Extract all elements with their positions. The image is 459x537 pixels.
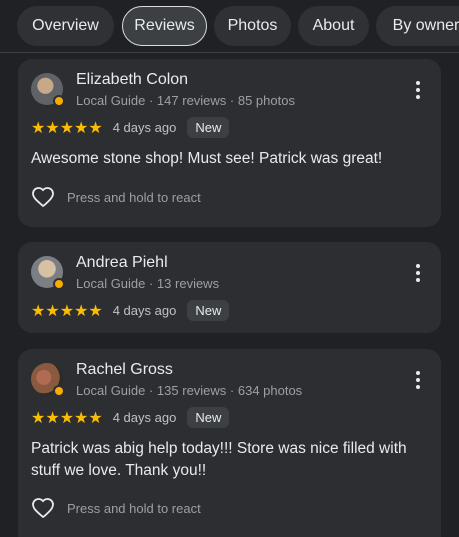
star-rating: ★★★★★ — [31, 409, 103, 427]
reviewer-meta: Local Guide · 135 reviews · 634 photos — [76, 383, 303, 398]
tab-overview[interactable]: Overview — [17, 6, 114, 46]
review-card: Rachel Gross Local Guide · 135 reviews ·… — [18, 349, 441, 537]
react-label: Press and hold to react — [67, 500, 201, 516]
reviewer-name[interactable]: Elizabeth Colon — [76, 71, 188, 89]
more-options-icon[interactable] — [415, 371, 421, 389]
avatar[interactable] — [31, 363, 65, 397]
tab-about[interactable]: About — [298, 6, 369, 46]
more-options-icon[interactable] — [415, 264, 421, 282]
heart-icon — [32, 187, 54, 208]
tab-bar: Overview Reviews Photos About By owner — [0, 0, 459, 53]
reviewer-name[interactable]: Andrea Piehl — [76, 254, 168, 272]
rating-row: ★★★★★ 4 days ago New — [31, 117, 230, 138]
local-guide-badge-icon — [53, 385, 65, 397]
reviewer-name[interactable]: Rachel Gross — [76, 361, 173, 379]
react-button[interactable]: Press and hold to react — [31, 496, 201, 520]
reviewer-meta: Local Guide · 147 reviews · 85 photos — [76, 93, 295, 108]
tab-reviews[interactable]: Reviews — [122, 6, 207, 46]
local-guide-badge-icon — [53, 95, 65, 107]
new-badge: New — [187, 407, 230, 428]
more-options-icon[interactable] — [415, 81, 421, 99]
avatar[interactable] — [31, 256, 65, 290]
heart-icon — [32, 498, 54, 519]
star-rating: ★★★★★ — [31, 302, 103, 320]
review-text: Awesome stone shop! Must see! Patrick wa… — [31, 150, 383, 167]
rating-row: ★★★★★ 4 days ago New — [31, 300, 230, 321]
new-badge: New — [187, 117, 230, 138]
review-card: Andrea Piehl Local Guide · 13 reviews ★★… — [18, 242, 441, 333]
review-time: 4 days ago — [112, 120, 177, 135]
review-card: Elizabeth Colon Local Guide · 147 review… — [18, 59, 441, 227]
review-time: 4 days ago — [112, 303, 177, 318]
react-button[interactable]: Press and hold to react — [31, 185, 201, 209]
star-rating: ★★★★★ — [31, 119, 103, 137]
tab-by-owner[interactable]: By owner — [376, 6, 459, 46]
rating-row: ★★★★★ 4 days ago New — [31, 407, 230, 428]
review-text: Patrick was abig help today!!! Store was… — [31, 440, 407, 479]
reviewer-meta: Local Guide · 13 reviews — [76, 276, 220, 291]
react-label: Press and hold to react — [67, 189, 201, 205]
review-time: 4 days ago — [112, 410, 177, 425]
new-badge: New — [187, 300, 230, 321]
avatar[interactable] — [31, 73, 65, 107]
tab-photos[interactable]: Photos — [214, 6, 291, 46]
local-guide-badge-icon — [53, 278, 65, 290]
